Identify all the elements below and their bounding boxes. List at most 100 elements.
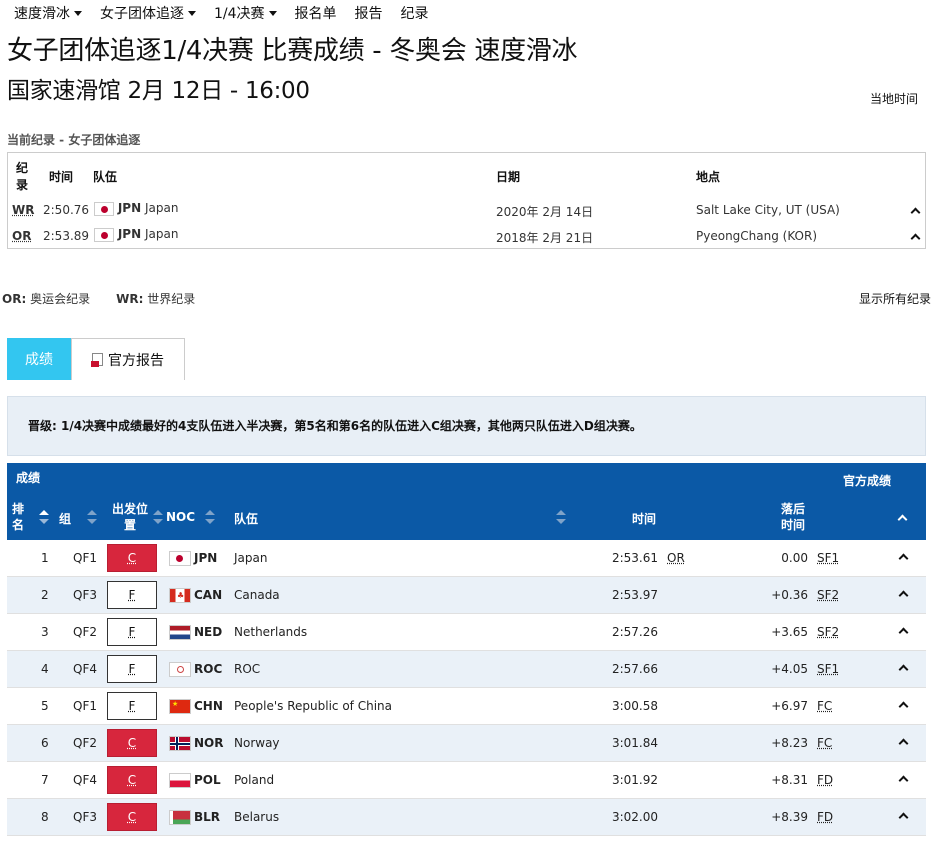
rank-cell: 7 bbox=[41, 773, 49, 787]
table-row[interactable]: 7 QF4 C POL Poland 3:01.92 +8.31 FD bbox=[7, 762, 926, 799]
show-all-records-link[interactable]: 显示所有纪录 bbox=[859, 290, 931, 307]
behind-cell: 0.00 bbox=[781, 551, 808, 565]
caret-down-icon bbox=[74, 10, 82, 16]
qualification-badge[interactable]: SF2 bbox=[817, 625, 839, 639]
table-row[interactable]: 3 QF2 F NED Netherlands 2:57.26 +3.65 SF2 bbox=[7, 614, 926, 651]
chevron-up-icon[interactable] bbox=[897, 514, 908, 525]
chevron-up-icon[interactable] bbox=[898, 738, 909, 749]
chevron-up-icon[interactable] bbox=[898, 812, 909, 823]
flag-ned-icon bbox=[169, 625, 191, 640]
chevron-up-icon[interactable] bbox=[898, 701, 909, 712]
header-text: 落后 bbox=[781, 502, 806, 516]
record-code[interactable]: WR bbox=[12, 203, 34, 217]
nav-item-label: 速度滑冰 bbox=[14, 6, 70, 22]
team-cell: Norway bbox=[234, 736, 280, 750]
header-rank[interactable]: 排名 bbox=[12, 501, 24, 533]
noc-cell: NOR bbox=[194, 736, 224, 750]
start-lane-badge[interactable]: C bbox=[107, 766, 157, 794]
results-section-label: 成绩 bbox=[16, 471, 41, 485]
time-cell: 2:57.66 bbox=[611, 662, 658, 676]
nav-item-event[interactable]: 女子团体追逐 bbox=[100, 3, 196, 23]
qualification-badge[interactable]: SF1 bbox=[817, 662, 839, 676]
qualification-badge[interactable]: SF2 bbox=[817, 588, 839, 602]
table-row[interactable]: 4 QF4 F ROC ROC 2:57.66 +4.05 SF1 bbox=[7, 651, 926, 688]
start-lane-badge[interactable]: F bbox=[107, 618, 157, 646]
record-team-name: Japan bbox=[144, 227, 179, 241]
qualification-info: 晋级: 1/4决赛中成绩最好的4支队伍进入半决赛，第5名和第6名的队伍进入C组决… bbox=[7, 396, 926, 456]
nav-item-reports[interactable]: 报告 bbox=[355, 3, 383, 23]
rank-cell: 3 bbox=[41, 625, 49, 639]
results-rows: 1 QF1 C JPN Japan 2:53.61 OR 0.00 SF1 2 QF3 F ♣ CAN Ca… bbox=[7, 540, 926, 836]
behind-cell: +0.36 bbox=[771, 588, 808, 602]
qualification-badge[interactable]: SF1 bbox=[817, 551, 839, 565]
nav-item-speed-skating[interactable]: 速度滑冰 bbox=[14, 3, 82, 23]
qualification-badge[interactable]: FD bbox=[817, 773, 833, 787]
team-cell: Canada bbox=[234, 588, 280, 602]
record-badge[interactable]: OR bbox=[667, 551, 685, 565]
header-team[interactable]: 队伍 bbox=[234, 510, 258, 527]
records-header-team: 队伍 bbox=[93, 170, 118, 184]
qualification-badge[interactable]: FC bbox=[817, 736, 832, 750]
table-row[interactable]: 2 QF3 F ♣ CAN Canada 2:53.97 +0.36 SF2 bbox=[7, 577, 926, 614]
flag-can-icon: ♣ bbox=[169, 588, 191, 603]
sort-icon[interactable] bbox=[205, 510, 215, 524]
behind-cell: +8.31 bbox=[771, 773, 808, 787]
noc-cell: BLR bbox=[194, 810, 221, 824]
chevron-up-icon[interactable] bbox=[910, 233, 921, 244]
start-lane-badge[interactable]: F bbox=[107, 692, 157, 720]
header-time: 时间 bbox=[632, 512, 657, 526]
header-text: 时间 bbox=[781, 518, 806, 532]
header-start-position[interactable]: 出发位置 bbox=[112, 501, 148, 533]
sort-icon[interactable] bbox=[556, 510, 566, 524]
pdf-document-icon bbox=[91, 353, 103, 367]
start-lane-badge[interactable]: F bbox=[107, 655, 157, 683]
start-lane-badge[interactable]: F bbox=[107, 581, 157, 609]
time-cell: 2:57.26 bbox=[611, 625, 658, 639]
header-group[interactable]: 组 bbox=[59, 510, 71, 527]
page-title: 女子团体追逐1/4决赛 比赛成绩 - 冬奥会 速度滑冰 bbox=[7, 36, 578, 66]
record-date: 2018年 2月 21日 bbox=[496, 231, 594, 245]
caret-down-icon bbox=[188, 10, 196, 16]
nav-item-records[interactable]: 纪录 bbox=[401, 3, 429, 23]
record-code[interactable]: OR bbox=[12, 229, 31, 243]
table-row[interactable]: 6 QF2 C NOR Norway 3:01.84 +8.23 FC bbox=[7, 725, 926, 762]
group-cell: QF1 bbox=[73, 551, 97, 565]
results-table-header: 成绩 官方成绩 排名 组 出发位置 NOC 队伍 时间 落后 时间 bbox=[7, 463, 926, 540]
nav-item-entries[interactable]: 报名单 bbox=[295, 3, 337, 23]
sort-icon[interactable] bbox=[39, 510, 49, 524]
chevron-up-icon[interactable] bbox=[898, 590, 909, 601]
record-time: 2:50.76 bbox=[43, 203, 90, 217]
start-lane-badge[interactable]: C bbox=[107, 803, 157, 831]
sort-icon[interactable] bbox=[87, 510, 97, 524]
chevron-up-icon[interactable] bbox=[898, 664, 909, 675]
record-noc: JPN bbox=[117, 201, 142, 215]
flag-chn-icon: ★ bbox=[169, 699, 191, 714]
qualification-badge[interactable]: FD bbox=[817, 810, 833, 824]
chevron-up-icon[interactable] bbox=[898, 775, 909, 786]
chevron-up-icon[interactable] bbox=[910, 207, 921, 218]
tab-results[interactable]: 成绩 bbox=[7, 338, 71, 380]
legend-or: OR: 奥运会纪录 bbox=[2, 290, 90, 307]
qualification-badge[interactable]: FC bbox=[817, 699, 832, 713]
rank-cell: 6 bbox=[41, 736, 49, 750]
table-row[interactable]: 8 QF3 C BLR Belarus 3:02.00 +8.39 FD bbox=[7, 799, 926, 836]
behind-cell: +3.65 bbox=[771, 625, 808, 639]
group-cell: QF3 bbox=[73, 588, 97, 602]
header-time-behind: 落后 时间 bbox=[781, 501, 805, 533]
chevron-up-icon[interactable] bbox=[898, 627, 909, 638]
flag-blr-icon bbox=[169, 810, 191, 825]
header-noc[interactable]: NOC bbox=[166, 510, 195, 524]
records-legend: OR: 奥运会纪录 WR: 世界纪录 bbox=[2, 290, 195, 307]
sort-icon[interactable] bbox=[153, 510, 163, 524]
record-team: JPN Japan bbox=[94, 227, 178, 242]
time-cell: 3:00.58 bbox=[611, 699, 658, 713]
nav-item-round[interactable]: 1/4决赛 bbox=[214, 3, 277, 23]
chevron-up-icon[interactable] bbox=[898, 553, 909, 564]
start-lane-badge[interactable]: C bbox=[107, 729, 157, 757]
table-row[interactable]: 5 QF1 F ★ CHN People's Republic of China 3:00.… bbox=[7, 688, 926, 725]
header-text: 纪 bbox=[16, 161, 29, 175]
group-cell: QF1 bbox=[73, 699, 97, 713]
table-row[interactable]: 1 QF1 C JPN Japan 2:53.61 OR 0.00 SF1 bbox=[7, 540, 926, 577]
tab-official-report[interactable]: 官方报告 bbox=[71, 338, 185, 380]
start-lane-badge[interactable]: C bbox=[107, 544, 157, 572]
